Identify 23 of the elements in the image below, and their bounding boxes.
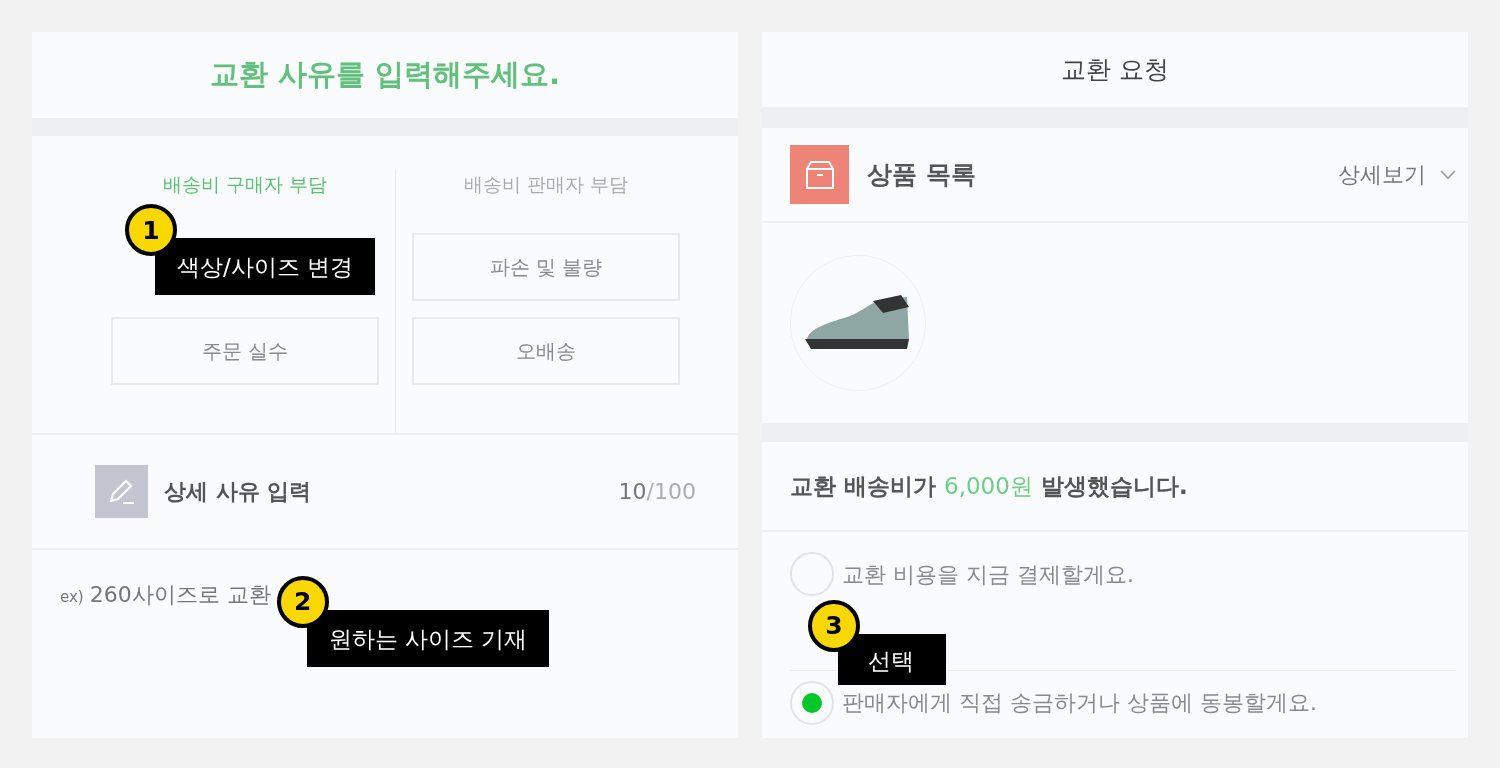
reason-option[interactable]: 주문 실수	[111, 316, 379, 385]
details-toggle[interactable]: 상세보기	[1338, 158, 1456, 191]
group-title[interactable]: 배송비 구매자 부담	[162, 170, 328, 199]
box-icon	[790, 145, 849, 204]
chevron-down-icon	[1440, 169, 1456, 180]
fee-notice: 교환 배송비가 6,000원 발생했습니다.	[790, 471, 1188, 501]
input-field[interactable]: ex) 260사이즈로 교환	[60, 578, 271, 611]
section-title: 상세 사유 입력	[164, 478, 312, 506]
option-label[interactable]: 판매자에게 직접 송금하거나 상품에 동봉할게요.	[842, 686, 1317, 719]
section-title: 상품 목록	[867, 158, 976, 191]
reason-option[interactable]: 파손 및 불량	[412, 232, 680, 301]
number-badge: 2	[276, 576, 329, 628]
number-badge: 1	[124, 204, 177, 257]
character-count: 10/100	[618, 478, 696, 506]
panel-title: 교환 사유를 입력해주세요.	[208, 56, 562, 94]
group-title[interactable]: 배송비 판매자 부담	[463, 170, 629, 199]
radio-button[interactable]	[790, 680, 834, 725]
number-badge: 3	[808, 600, 860, 652]
panel-title: 교환 요청	[1060, 53, 1170, 86]
option-label[interactable]: 교환 비용을 지금 결제할게요.	[842, 557, 1134, 591]
reason-option[interactable]: 오배송	[412, 316, 680, 385]
pencil-icon	[95, 465, 148, 518]
radio-button[interactable]	[790, 552, 834, 596]
